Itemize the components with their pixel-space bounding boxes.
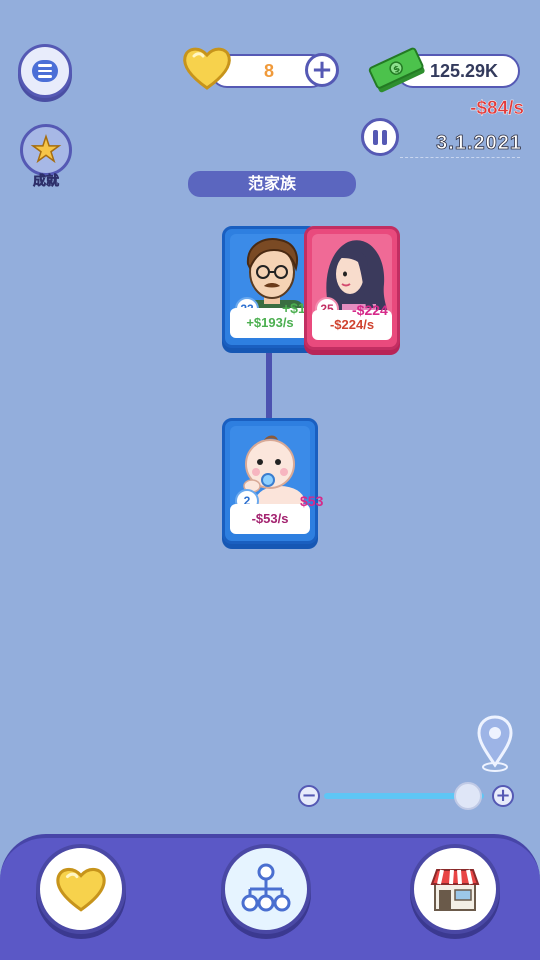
member-card-mother[interactable]: 25 -$224/s	[304, 226, 400, 350]
family-tree-connector	[266, 350, 272, 422]
zoom-out-button[interactable]: −	[298, 785, 320, 807]
star-icon: ★	[30, 130, 62, 170]
shop-icon	[430, 869, 480, 911]
add-hearts-button[interactable]: +	[305, 53, 339, 87]
income-rate: -$84/s	[470, 98, 524, 119]
baby-float-income: $53	[300, 493, 324, 509]
family-tree-button[interactable]	[221, 844, 311, 934]
achievements-button[interactable]: ★ 成就	[18, 124, 74, 189]
heart-icon	[183, 47, 231, 90]
menu-button[interactable]	[18, 44, 72, 98]
hearts-value: 8	[264, 60, 275, 81]
plus-icon: +	[495, 785, 511, 806]
zoom-in-button[interactable]: +	[492, 785, 514, 807]
date-underline	[400, 157, 520, 158]
pause-button[interactable]	[361, 118, 399, 156]
achievements-label: 成就	[32, 174, 60, 190]
star-icon-wrap: ★	[20, 124, 72, 176]
member-card-baby[interactable]: 2 -$53/s	[222, 418, 318, 544]
game-date: 3.1.2021	[436, 132, 522, 155]
family-tree-icon	[241, 863, 291, 912]
minus-icon: −	[301, 785, 317, 806]
pause-icon	[373, 129, 378, 145]
family-name-tag: 范家族	[188, 171, 356, 197]
zoom-slider-knob[interactable]	[454, 782, 482, 810]
baby-income: -$53/s	[230, 504, 310, 534]
location-pin-icon[interactable]	[476, 715, 514, 773]
cash-icon: $	[368, 47, 425, 93]
hearts-shop-button[interactable]	[36, 844, 126, 934]
shop-button[interactable]	[410, 844, 500, 934]
heart-icon	[56, 868, 106, 912]
menu-icon	[32, 60, 58, 82]
mother-float-income: -$224	[352, 302, 388, 318]
money-value: 125.29K	[430, 60, 499, 81]
